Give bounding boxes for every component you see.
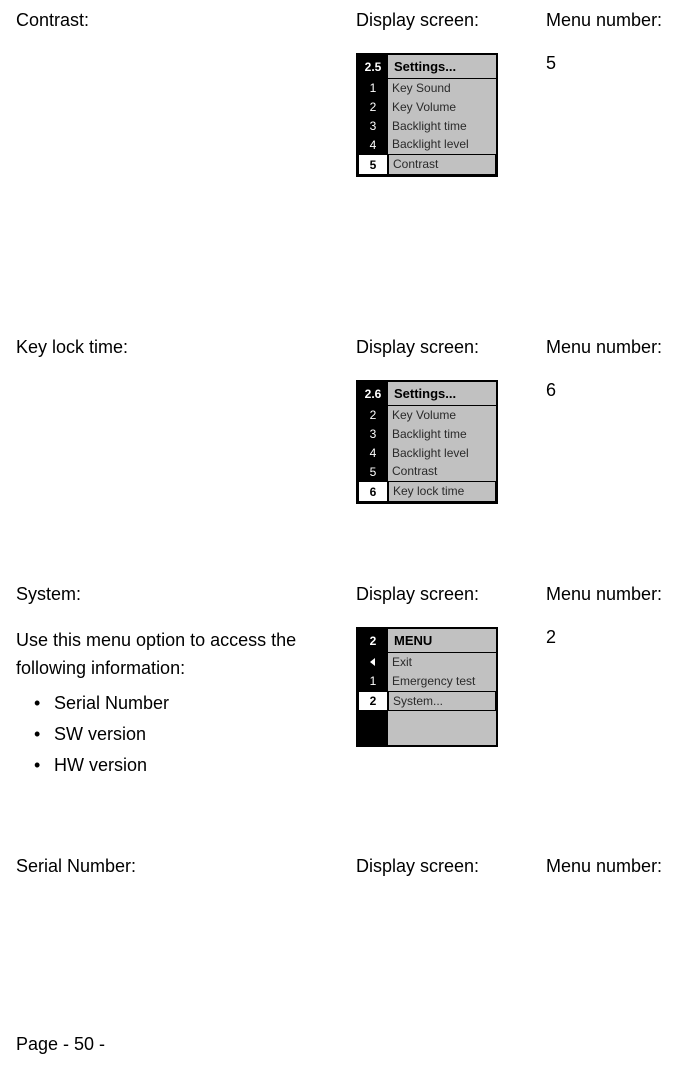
left-title: Key lock time:: [16, 337, 356, 358]
lcd-row-num: 2: [358, 406, 388, 425]
lcd-row-label: Key Volume: [388, 406, 496, 425]
bullet-item: Serial Number: [34, 693, 356, 714]
right-col: Menu number: 6: [546, 337, 671, 504]
lcd-row: 4 Backlight level: [358, 135, 496, 154]
section-contrast: Contrast: Display screen: 2.5 Settings..…: [16, 10, 671, 177]
left-col: Contrast:: [16, 10, 356, 177]
menu-label: Menu number:: [546, 337, 671, 358]
section-keylocktime: Key lock time: Display screen: 2.6 Setti…: [16, 337, 671, 504]
lcd-row-num: 5: [358, 462, 388, 481]
lcd-row: 2 Key Volume: [358, 406, 496, 425]
lcd-row-selected: 5 Contrast: [358, 154, 496, 175]
left-title: Serial Number:: [16, 856, 356, 877]
lcd-header-num: 2.6: [358, 382, 388, 406]
bullet-item: SW version: [34, 724, 356, 745]
lcd-row-num: 3: [358, 425, 388, 444]
lcd-row: Exit: [358, 653, 496, 672]
lcd-header: 2.5 Settings...: [358, 55, 496, 79]
lcd-row-label: Contrast: [388, 462, 496, 481]
section-serialnumber: Serial Number: Display screen: Menu numb…: [16, 856, 671, 899]
menu-number: 5: [546, 53, 671, 74]
menu-number: 6: [546, 380, 671, 401]
menu-number: 2: [546, 627, 671, 648]
page-footer: Page - 50 -: [16, 1034, 105, 1055]
lcd-row-num: 4: [358, 444, 388, 463]
lcd-row-num: 4: [358, 135, 388, 154]
lcd-header-title: Settings...: [388, 55, 496, 79]
right-col: Menu number:: [546, 856, 671, 899]
lcd-screen: 2.6 Settings... 2 Key Volume 3 Backlight…: [356, 380, 498, 504]
back-arrow-icon: [358, 653, 388, 672]
lcd-row-label: Backlight time: [388, 425, 496, 444]
left-col: Key lock time:: [16, 337, 356, 504]
display-label: Display screen:: [356, 584, 546, 605]
display-label: Display screen:: [356, 337, 546, 358]
description: Use this menu option to access the follo…: [16, 627, 356, 683]
lcd-row-label: Exit: [388, 653, 496, 672]
lcd-row-num: 6: [358, 481, 388, 502]
lcd-row-selected: 6 Key lock time: [358, 481, 496, 502]
lcd-row: 3 Backlight time: [358, 425, 496, 444]
lcd-row-label: Backlight level: [388, 135, 496, 154]
mid-col: Display screen: 2.6 Settings... 2 Key Vo…: [356, 337, 546, 504]
lcd-header-num: 2: [358, 629, 388, 653]
lcd-header-title: MENU: [388, 629, 496, 653]
left-title: Contrast:: [16, 10, 356, 31]
lcd-row-label: Emergency test: [388, 672, 496, 691]
lcd-row-label: Key lock time: [388, 481, 496, 502]
lcd-row-label: Key Sound: [388, 79, 496, 98]
lcd-row: 1 Key Sound: [358, 79, 496, 98]
lcd-row: 5 Contrast: [358, 462, 496, 481]
mid-col: Display screen:: [356, 856, 546, 899]
display-label: Display screen:: [356, 10, 546, 31]
right-col: Menu number: 5: [546, 10, 671, 177]
left-col: System: Use this menu option to access t…: [16, 584, 356, 786]
bullet-list: Serial Number SW version HW version: [16, 693, 356, 776]
lcd-header-num: 2.5: [358, 55, 388, 79]
lcd-blank: [358, 711, 496, 745]
menu-label: Menu number:: [546, 10, 671, 31]
lcd-header: 2 MENU: [358, 629, 496, 653]
display-label: Display screen:: [356, 856, 546, 877]
lcd-row-label: Key Volume: [388, 98, 496, 117]
lcd-row-label: Backlight level: [388, 444, 496, 463]
left-title: System:: [16, 584, 356, 605]
mid-col: Display screen: 2 MENU Exit 1 Emergency …: [356, 584, 546, 786]
lcd-row-num: 1: [358, 79, 388, 98]
lcd-row-num: 2: [358, 691, 388, 712]
left-col: Serial Number:: [16, 856, 356, 899]
lcd-row: 2 Key Volume: [358, 98, 496, 117]
lcd-screen: 2 MENU Exit 1 Emergency test 2 System...: [356, 627, 498, 747]
bullet-item: HW version: [34, 755, 356, 776]
right-col: Menu number: 2: [546, 584, 671, 786]
lcd-row-label: Contrast: [388, 154, 496, 175]
lcd-row: 1 Emergency test: [358, 672, 496, 691]
lcd-row-num: 1: [358, 672, 388, 691]
lcd-row-label: Backlight time: [388, 117, 496, 136]
lcd-header-title: Settings...: [388, 382, 496, 406]
section-system: System: Use this menu option to access t…: [16, 584, 671, 786]
lcd-row-num: 3: [358, 117, 388, 136]
menu-label: Menu number:: [546, 584, 671, 605]
lcd-row-selected: 2 System...: [358, 691, 496, 712]
lcd-row: 4 Backlight level: [358, 444, 496, 463]
menu-label: Menu number:: [546, 856, 671, 877]
lcd-header: 2.6 Settings...: [358, 382, 496, 406]
lcd-row-num: 5: [358, 154, 388, 175]
lcd-screen: 2.5 Settings... 1 Key Sound 2 Key Volume…: [356, 53, 498, 177]
mid-col: Display screen: 2.5 Settings... 1 Key So…: [356, 10, 546, 177]
lcd-row-label: System...: [388, 691, 496, 712]
lcd-row: 3 Backlight time: [358, 117, 496, 136]
lcd-row-num: 2: [358, 98, 388, 117]
